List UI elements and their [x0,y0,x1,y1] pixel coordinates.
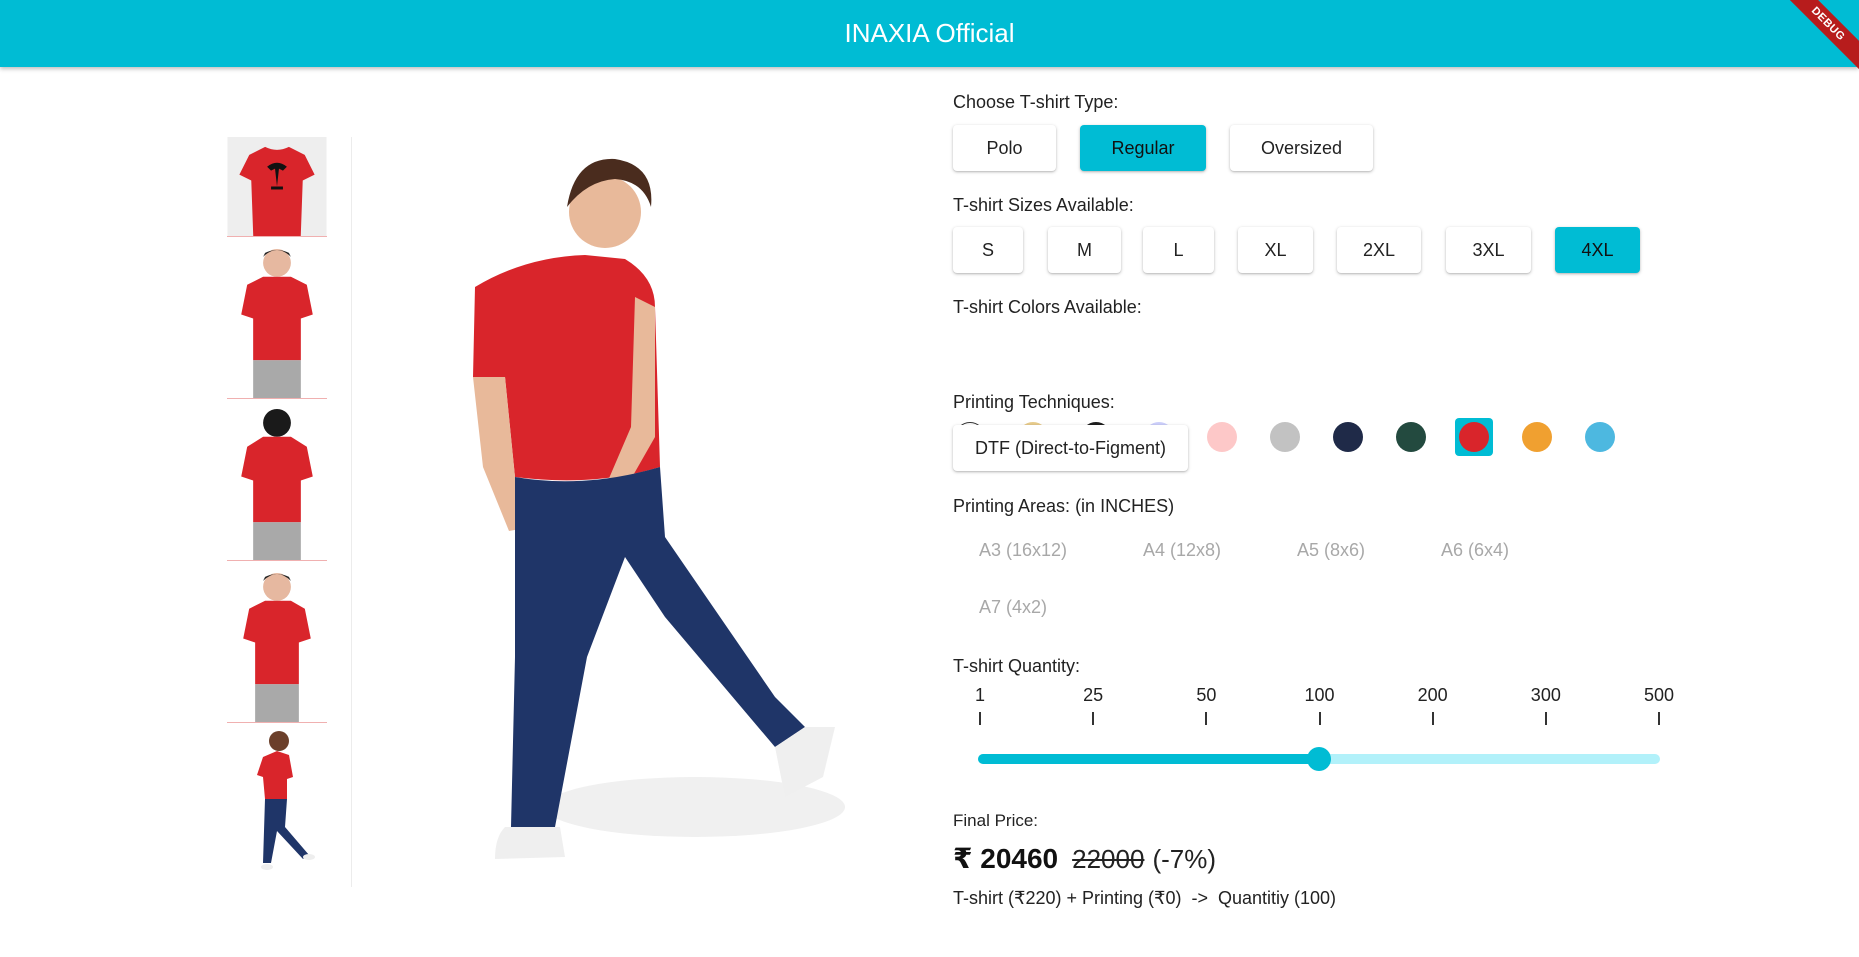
main-product-image [355,137,855,887]
price-row: ₹ 20460 22000 (-7%) [953,842,1216,875]
size-m-button[interactable]: M [1048,227,1121,273]
quantity-tick-mark [1205,712,1208,725]
app-bar: INAXIA Official [0,0,1859,67]
color-swatch[interactable] [1581,418,1619,456]
model-back-icon [227,403,327,560]
type-regular-button[interactable]: Regular [1080,125,1206,171]
original-price: 22000 [1072,844,1145,874]
color-swatch[interactable] [1392,418,1430,456]
color-swatch[interactable] [1266,418,1304,456]
quantity-tick-mark [1092,712,1095,725]
gallery-divider [351,137,352,887]
color-swatch[interactable] [1455,418,1493,456]
thumbnail-model-jeans[interactable] [227,727,327,877]
size-xl-button[interactable]: XL [1238,227,1313,273]
area-a3-option[interactable]: A3 (16x12) [979,540,1067,561]
price-breakdown: T-shirt (₹220) + Printing (₹0) -> Quanti… [953,888,1337,908]
area-a7-option[interactable]: A7 (4x2) [979,597,1047,618]
app-title: INAXIA Official [844,18,1015,48]
quantity-label: T-shirt Quantity: [953,656,1081,676]
final-price: ₹ 20460 [953,843,1059,874]
quantity-tick-mark [1431,712,1434,725]
quantity-tick-label: 100 [1304,685,1335,705]
size-2xl-button[interactable]: 2XL [1337,227,1421,273]
final-price-label: Final Price: [953,811,1039,830]
quantity-tick-mark [1658,712,1660,725]
size-s-button[interactable]: S [953,227,1023,273]
quantity-tick-label: 500 [1643,685,1675,705]
color-swatch[interactable] [1329,418,1367,456]
thumbnail-model-back[interactable] [227,403,327,561]
quantity-tick-label: 25 [1083,685,1104,705]
technique-dtf-button[interactable]: DTF (Direct-to-Figment) [953,425,1188,471]
printing-areas-label: Printing Areas: (in INCHES) [953,496,1175,516]
quantity-tick-label: 1 [974,685,986,705]
quantity-tick-mark [979,712,981,725]
thumbnail-tshirt-front[interactable] [227,137,327,237]
type-polo-button[interactable]: Polo [953,125,1056,171]
colors-label: T-shirt Colors Available: [953,297,1142,317]
color-swatch[interactable] [1203,418,1241,456]
type-oversized-button[interactable]: Oversized [1230,125,1373,171]
color-swatch-circle [1585,422,1615,452]
color-swatch-circle [1396,422,1426,452]
area-a4-option[interactable]: A4 (12x8) [1143,540,1221,561]
quantity-slider-fill [978,754,1319,764]
color-swatch-circle [1270,422,1300,452]
area-a6-option[interactable]: A6 (6x4) [1441,540,1509,561]
quantity-tick-label: 300 [1530,685,1561,705]
quantity-tick-label: 50 [1196,685,1217,705]
color-swatch-circle [1333,422,1363,452]
printing-techniques-label: Printing Techniques: [953,392,1115,412]
size-3xl-button[interactable]: 3XL [1446,227,1531,273]
thumbnail-model-front[interactable] [227,241,327,399]
color-swatch-circle [1459,422,1489,452]
quantity-tick-mark [1544,712,1547,725]
size-4xl-button[interactable]: 4XL [1555,227,1640,273]
tshirt-type-label: Choose T-shirt Type: [953,92,1119,112]
size-l-button[interactable]: L [1143,227,1214,273]
model-front-icon [227,241,327,398]
sizes-label: T-shirt Sizes Available: [953,195,1134,215]
discount-badge: (-7%) [1152,844,1216,874]
color-swatch[interactable] [1518,418,1556,456]
model-front-icon [227,565,327,722]
model-jeans-icon [227,727,327,877]
tshirt-front-print-icon [227,137,327,236]
color-swatch-circle [1207,422,1237,452]
quantity-tick-mark [1318,712,1321,725]
thumbnail-model-side[interactable] [227,565,327,723]
color-swatch-circle [1522,422,1552,452]
thumbnail-list [227,137,327,881]
quantity-slider-thumb[interactable] [1307,747,1331,771]
model-jeans-icon [355,137,855,887]
area-a5-option[interactable]: A5 (8x6) [1297,540,1365,561]
quantity-tick-label: 200 [1417,685,1448,705]
